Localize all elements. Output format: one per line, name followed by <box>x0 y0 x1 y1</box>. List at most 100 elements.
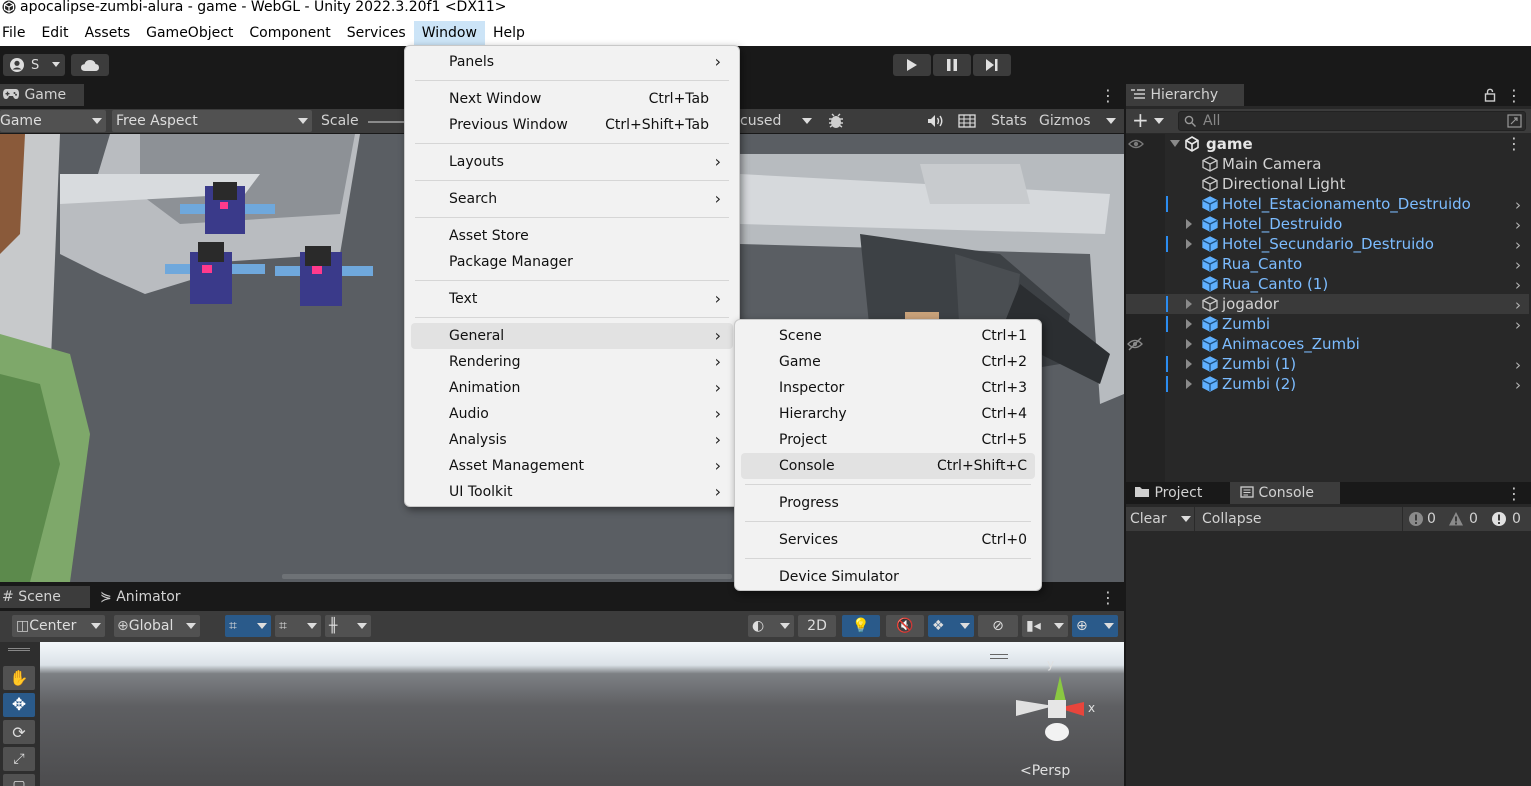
expand-arrow-icon[interactable] <box>1186 339 1192 349</box>
expand-arrow-icon[interactable] <box>1186 299 1192 309</box>
audio-toggle[interactable]: 🔇 <box>886 615 924 637</box>
tab-game[interactable]: Game <box>0 84 84 106</box>
pivot-dropdown[interactable]: ◫Center <box>12 615 105 637</box>
focused-dropdown-label[interactable]: cused <box>740 113 781 129</box>
tab-console[interactable]: Console <box>1230 482 1340 504</box>
menu-item-ui-toolkit[interactable]: UI Toolkit › <box>411 479 733 505</box>
orientation-gizmo[interactable]: y x <box>1010 654 1110 754</box>
menu-gameobject[interactable]: GameObject <box>138 21 241 46</box>
scale-slider[interactable] <box>368 121 404 123</box>
search-options-icon[interactable] <box>1507 114 1522 128</box>
kebab-menu-icon[interactable]: ⋮ <box>1506 134 1522 154</box>
camera-button[interactable]: ▮◂ <box>1022 615 1068 637</box>
step-button[interactable] <box>973 54 1011 76</box>
expand-arrow-icon[interactable] <box>1186 359 1192 369</box>
kebab-menu-icon[interactable]: ⋮ <box>1100 588 1116 607</box>
tab-project[interactable]: Project <box>1126 482 1230 504</box>
hierarchy-scene-row[interactable]: game ⋮ <box>1126 134 1529 154</box>
submenu-item-progress[interactable]: Progress <box>741 490 1035 516</box>
move-tool[interactable]: ✥ <box>3 693 35 717</box>
lock-icon[interactable] <box>1484 88 1496 102</box>
hierarchy-item[interactable]: Main Camera <box>1126 154 1529 174</box>
chevron-right-icon[interactable]: › <box>1515 375 1521 395</box>
hierarchy-search-input[interactable]: All <box>1178 111 1526 131</box>
clear-button[interactable]: Clear <box>1130 511 1167 527</box>
stats-button[interactable]: Stats <box>991 113 1027 129</box>
menu-services[interactable]: Services <box>339 21 414 46</box>
chevron-right-icon[interactable]: › <box>1515 255 1521 275</box>
info-log-icon[interactable] <box>1408 511 1424 527</box>
hierarchy-item[interactable]: Rua_Canto › <box>1126 254 1529 274</box>
menu-item-panels[interactable]: Panels › <box>411 49 733 75</box>
chevron-down-icon[interactable] <box>1154 118 1164 124</box>
draw-mode-button[interactable]: ◐ <box>748 615 794 637</box>
kebab-menu-icon[interactable]: ⋮ <box>1506 484 1522 503</box>
drag-handle-icon[interactable] <box>990 654 1008 659</box>
lighting-toggle[interactable]: 💡 <box>842 615 880 637</box>
tab-scene[interactable]: # Scene <box>0 586 90 608</box>
gizmos-button[interactable]: Gizmos <box>1039 113 1091 129</box>
chevron-down-icon[interactable] <box>1181 516 1191 522</box>
2d-toggle[interactable]: 2D <box>798 615 836 637</box>
hierarchy-item[interactable]: Animacoes_Zumbi <box>1126 334 1529 354</box>
submenu-item-services[interactable]: Services Ctrl+0 <box>741 527 1035 553</box>
scale-tool[interactable]: ⤢ <box>3 747 35 771</box>
expand-arrow-icon[interactable] <box>1170 140 1180 147</box>
global-dropdown[interactable]: ⊕Global <box>114 615 200 637</box>
menu-item-analysis[interactable]: Analysis › <box>411 427 733 453</box>
chevron-right-icon[interactable]: › <box>1515 295 1521 315</box>
menu-file[interactable]: File <box>0 21 33 46</box>
chevron-down-icon[interactable] <box>1106 118 1116 124</box>
menu-assets[interactable]: Assets <box>77 21 139 46</box>
speaker-icon[interactable] <box>926 113 944 129</box>
increment-snap-button[interactable]: ⌗ <box>275 615 321 637</box>
drag-handle-icon[interactable] <box>8 648 30 651</box>
menu-item-rendering[interactable]: Rendering › <box>411 349 733 375</box>
menu-item-text[interactable]: Text › <box>411 286 733 312</box>
menu-item-search[interactable]: Search › <box>411 186 733 212</box>
submenu-item-game[interactable]: Game Ctrl+2 <box>741 349 1035 375</box>
expand-arrow-icon[interactable] <box>1186 239 1192 249</box>
hierarchy-item[interactable]: Hotel_Destruido › <box>1126 214 1529 234</box>
hierarchy-item[interactable]: Directional Light <box>1126 174 1529 194</box>
warning-icon[interactable] <box>1448 511 1464 527</box>
projection-toggle[interactable]: <Persp <box>1020 763 1070 779</box>
menu-item-animation[interactable]: Animation › <box>411 375 733 401</box>
submenu-item-project[interactable]: Project Ctrl+5 <box>741 427 1035 453</box>
rotate-tool[interactable]: ⟳ <box>3 720 35 744</box>
menu-help[interactable]: Help <box>485 21 533 46</box>
chevron-right-icon[interactable]: › <box>1515 315 1521 335</box>
scene-viewport[interactable]: ✋ ✥ ⟳ ⤢ ▢ y x <Persp <box>0 642 1124 786</box>
menu-item-next-window[interactable]: Next Window Ctrl+Tab <box>411 86 733 112</box>
hierarchy-item[interactable]: Hotel_Secundario_Destruido › <box>1126 234 1529 254</box>
kebab-menu-icon[interactable]: ⋮ <box>1100 86 1116 105</box>
hierarchy-item[interactable]: Rua_Canto (1) › <box>1126 274 1529 294</box>
menu-item-package-manager[interactable]: Package Manager <box>411 249 733 275</box>
visibility-toggle[interactable]: ⊘ <box>978 615 1018 637</box>
cloud-button[interactable] <box>71 54 109 76</box>
menu-item-previous-window[interactable]: Previous Window Ctrl+Shift+Tab <box>411 112 733 138</box>
hierarchy-item[interactable]: Zumbi (1) › <box>1126 354 1529 374</box>
submenu-item-hierarchy[interactable]: Hierarchy Ctrl+4 <box>741 401 1035 427</box>
expand-arrow-icon[interactable] <box>1186 379 1192 389</box>
kebab-menu-icon[interactable]: ⋮ <box>1506 86 1522 105</box>
gizmos-button[interactable]: ⊕ <box>1072 615 1118 637</box>
bug-icon[interactable] <box>826 112 846 130</box>
add-icon[interactable]: + <box>1132 108 1149 132</box>
expand-arrow-icon[interactable] <box>1186 219 1192 229</box>
menu-item-audio[interactable]: Audio › <box>411 401 733 427</box>
chevron-right-icon[interactable]: › <box>1515 195 1521 215</box>
ruler-button[interactable]: ╫ <box>325 615 371 637</box>
submenu-item-device-simulator[interactable]: Device Simulator <box>741 564 1035 590</box>
submenu-item-scene[interactable]: Scene Ctrl+1 <box>741 323 1035 349</box>
menu-component[interactable]: Component <box>241 21 338 46</box>
play-button[interactable] <box>893 54 931 76</box>
expand-arrow-icon[interactable] <box>1186 319 1192 329</box>
hierarchy-item[interactable]: Hotel_Estacionamento_Destruido › <box>1126 194 1529 214</box>
hand-tool[interactable]: ✋ <box>3 666 35 690</box>
rect-tool[interactable]: ▢ <box>3 774 35 786</box>
submenu-item-inspector[interactable]: Inspector Ctrl+3 <box>741 375 1035 401</box>
menu-window[interactable]: Window <box>413 21 485 46</box>
chevron-right-icon[interactable]: › <box>1515 275 1521 295</box>
hierarchy-item[interactable]: jogador › <box>1126 294 1529 314</box>
